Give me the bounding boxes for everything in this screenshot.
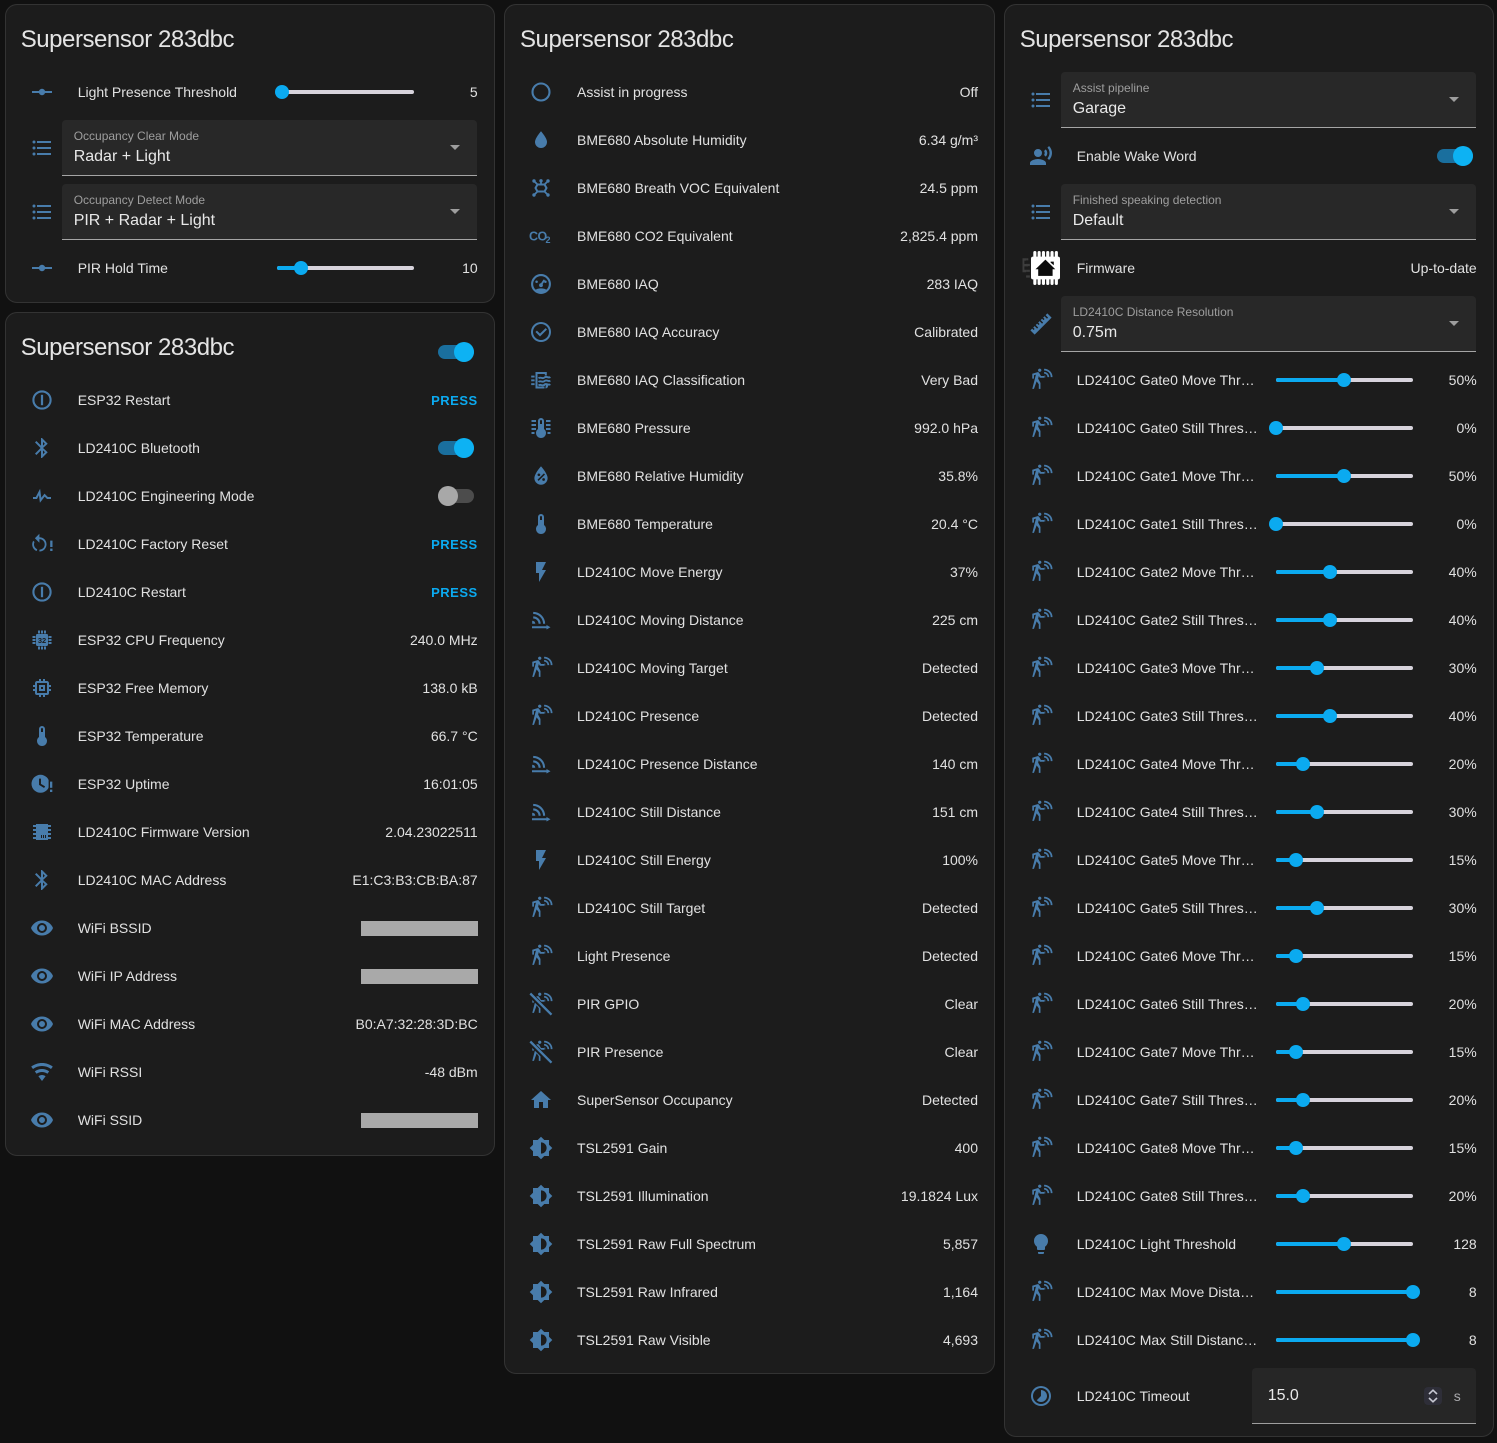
svg-text:2: 2 xyxy=(546,235,551,245)
svg-text:32: 32 xyxy=(38,636,46,645)
